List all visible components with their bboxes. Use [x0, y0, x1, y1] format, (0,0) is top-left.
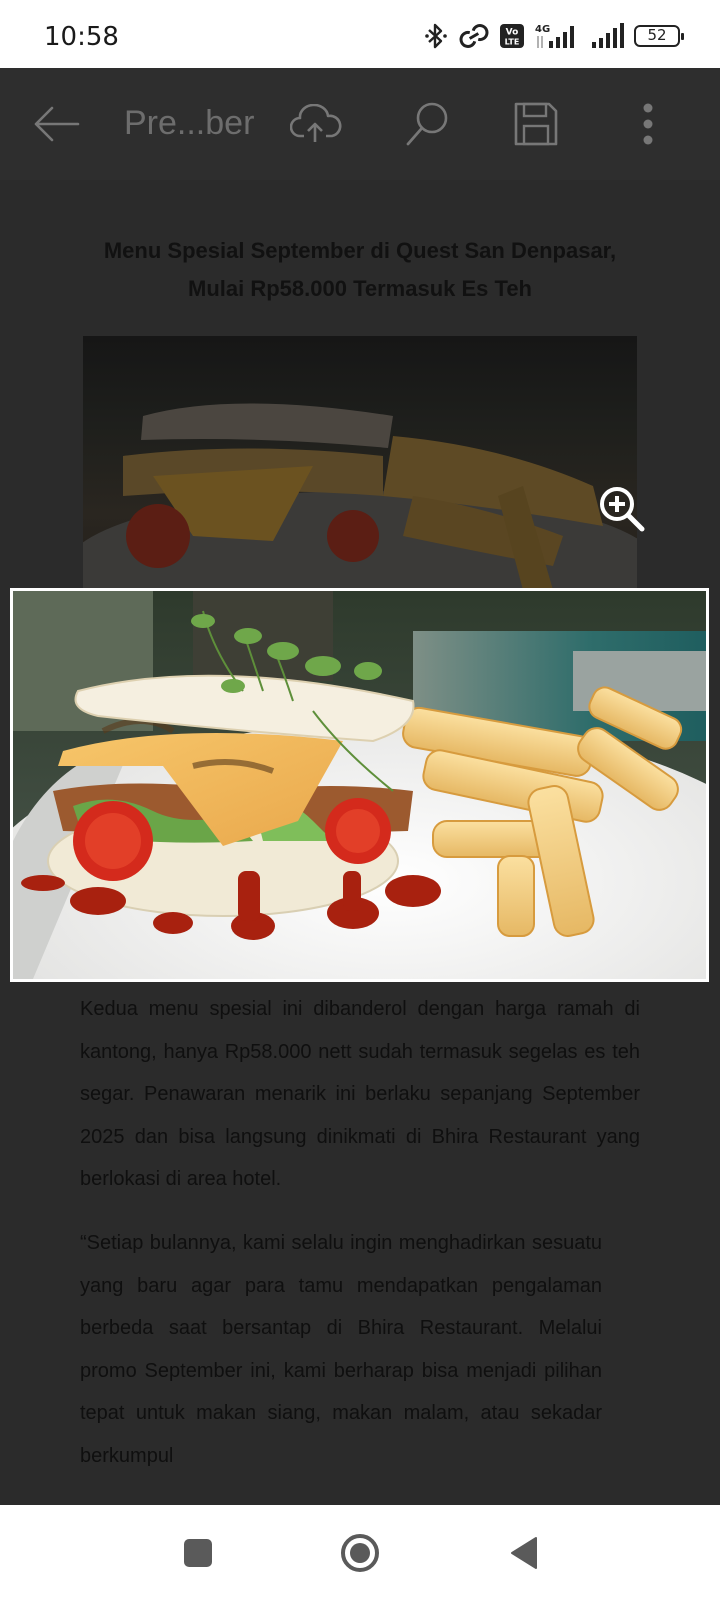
article-paragraph-2: “Setiap bulannya, kami selalu ingin meng… — [80, 1232, 602, 1467]
svg-text:LTE: LTE — [505, 38, 520, 47]
system-nav-bar — [0, 1505, 720, 1600]
svg-text:Vo: Vo — [506, 28, 519, 38]
status-time: 10:58 — [44, 22, 119, 52]
more-vert-icon — [643, 103, 653, 145]
battery-icon: 52 — [634, 25, 684, 47]
back-button[interactable] — [28, 96, 84, 152]
nav-back-button[interactable] — [496, 1525, 552, 1581]
home-circle-icon — [341, 1534, 379, 1572]
cloud-upload-icon — [290, 104, 342, 142]
svg-text:4G: 4G — [535, 24, 550, 35]
recents-square-icon — [184, 1539, 212, 1567]
home-button[interactable] — [332, 1525, 388, 1581]
signal-icon — [592, 23, 624, 48]
volte-icon: Vo LTE — [500, 24, 524, 48]
back-arrow-icon — [34, 106, 80, 142]
page-title: Pre...ber — [124, 104, 255, 142]
zoom-in-icon — [600, 487, 645, 532]
back-triangle-icon — [511, 1537, 537, 1569]
food-photo-dim — [83, 403, 637, 590]
search-icon — [406, 102, 448, 146]
save-icon — [514, 102, 558, 146]
enlarged-image[interactable] — [10, 588, 709, 982]
food-photo — [13, 591, 706, 979]
app-bar: Pre...ber — [0, 68, 720, 180]
more-options-button[interactable] — [620, 96, 676, 152]
status-bar: 10:58 Vo LTE 4G 52 — [0, 0, 720, 68]
zoom-in-button[interactable] — [597, 484, 647, 534]
link-icon — [459, 24, 489, 48]
bluetooth-icon — [425, 23, 447, 49]
search-button[interactable] — [400, 96, 456, 152]
upload-button[interactable] — [288, 96, 344, 152]
article-paragraph-1: Kedua menu spesial ini dibanderol dengan… — [80, 998, 640, 1190]
status-icons: Vo LTE 4G 52 — [424, 22, 684, 50]
signal-4g-icon: 4G — [535, 24, 574, 48]
article-image[interactable] — [83, 336, 637, 590]
recents-button[interactable] — [170, 1525, 226, 1581]
save-button[interactable] — [508, 96, 564, 152]
article-title: Menu Spesial September di Quest San Denp… — [103, 238, 617, 301]
